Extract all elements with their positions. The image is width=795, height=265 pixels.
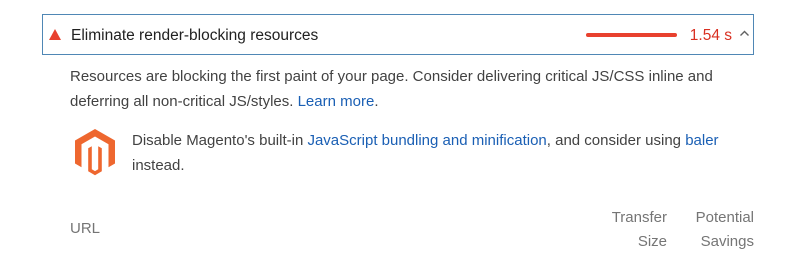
baler-link[interactable]: baler (685, 132, 718, 149)
audit-header-render-blocking[interactable]: Eliminate render-blocking resources 1.54… (42, 14, 754, 55)
savings-value: 1.54 s (689, 27, 732, 44)
column-header-savings-line2: Savings (700, 233, 754, 250)
audit-title: Eliminate render-blocking resources (71, 27, 319, 44)
column-header-transfer-line1: Transfer (611, 209, 667, 226)
magento-logo-icon (75, 129, 115, 176)
stack-pack-text-middle: , and consider using (546, 132, 686, 149)
fail-triangle-icon (49, 29, 61, 40)
column-header-transfer-line2: Size (637, 233, 667, 250)
stack-pack-advice: Disable Magento's built-in JavaScript bu… (132, 128, 747, 178)
audit-description: Resources are blocking the first paint o… (70, 64, 760, 114)
column-header-url: URL (70, 220, 101, 237)
learn-more-link[interactable]: Learn more (298, 93, 375, 110)
column-header-transfer-size: Transfer Size (612, 206, 667, 254)
savings-bar (586, 33, 677, 37)
stack-pack-text: Disable Magento's built-in (132, 132, 308, 149)
chevron-up-icon[interactable] (739, 28, 750, 39)
stack-pack-text-end: instead. (132, 157, 185, 174)
description-end: . (374, 93, 379, 110)
js-bundling-link[interactable]: JavaScript bundling and minification (307, 132, 546, 149)
description-text: Resources are blocking the first paint o… (70, 68, 713, 110)
column-header-potential-savings: Potential Savings (696, 206, 754, 254)
column-header-savings-line1: Potential (695, 209, 754, 226)
